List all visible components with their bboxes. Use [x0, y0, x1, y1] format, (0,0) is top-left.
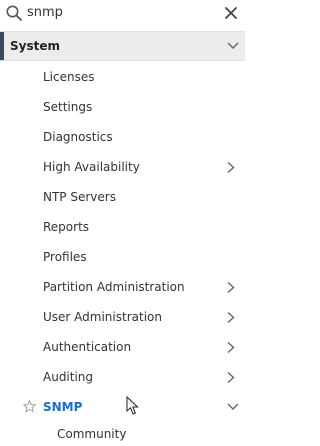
search-input[interactable] — [27, 4, 207, 22]
chevron-right-icon — [227, 281, 235, 294]
menu-item-diagnostics[interactable]: Diagnostics — [0, 122, 245, 152]
menu-item-high-availability[interactable]: High Availability — [0, 152, 245, 182]
menu-item-partition-administration[interactable]: Partition Administration — [0, 272, 245, 302]
section-header-system[interactable]: System — [0, 31, 245, 61]
chevron-right-icon — [227, 311, 235, 324]
search-icon — [6, 5, 22, 21]
menu-item-label: Partition Administration — [43, 280, 185, 294]
menu-item-ntp-servers[interactable]: NTP Servers — [0, 182, 245, 212]
star-icon[interactable] — [23, 400, 36, 413]
menu-item-label: Profiles — [43, 250, 87, 264]
menu-item-label: Licenses — [43, 70, 95, 84]
menu-item-authentication[interactable]: Authentication — [0, 332, 245, 362]
menu-item-label: Settings — [43, 100, 93, 114]
menu-item-reports[interactable]: Reports — [0, 212, 245, 242]
mouse-cursor-icon — [126, 396, 139, 415]
sub-item-label: Community — [57, 427, 127, 441]
menu-item-label: Auditing — [43, 370, 94, 384]
chevron-down-icon — [227, 42, 239, 49]
menu-item-label: NTP Servers — [43, 190, 116, 204]
section-accent-bar — [0, 32, 4, 60]
menu-item-label: High Availability — [43, 160, 140, 174]
chevron-right-icon — [227, 161, 235, 174]
chevron-down-icon — [227, 403, 239, 410]
menu-item-label: Reports — [43, 220, 90, 234]
search-bar — [0, 0, 245, 28]
close-icon[interactable] — [222, 4, 240, 22]
menu-item-auditing[interactable]: Auditing — [0, 362, 245, 392]
menu-item-label: Diagnostics — [43, 130, 113, 144]
system-menu: Licenses Settings Diagnostics High Avail… — [0, 62, 245, 446]
chevron-right-icon — [227, 341, 235, 354]
menu-item-user-administration[interactable]: User Administration — [0, 302, 245, 332]
section-label: System — [10, 39, 60, 53]
menu-item-label: Authentication — [43, 340, 132, 354]
menu-item-settings[interactable]: Settings — [0, 92, 245, 122]
menu-item-snmp[interactable]: SNMP — [0, 392, 245, 422]
menu-item-label: SNMP — [43, 400, 83, 414]
chevron-right-icon — [227, 371, 235, 384]
menu-item-label: User Administration — [43, 310, 162, 324]
menu-item-profiles[interactable]: Profiles — [0, 242, 245, 272]
menu-item-licenses[interactable]: Licenses — [0, 62, 245, 92]
sub-item-community[interactable]: Community — [0, 422, 245, 446]
